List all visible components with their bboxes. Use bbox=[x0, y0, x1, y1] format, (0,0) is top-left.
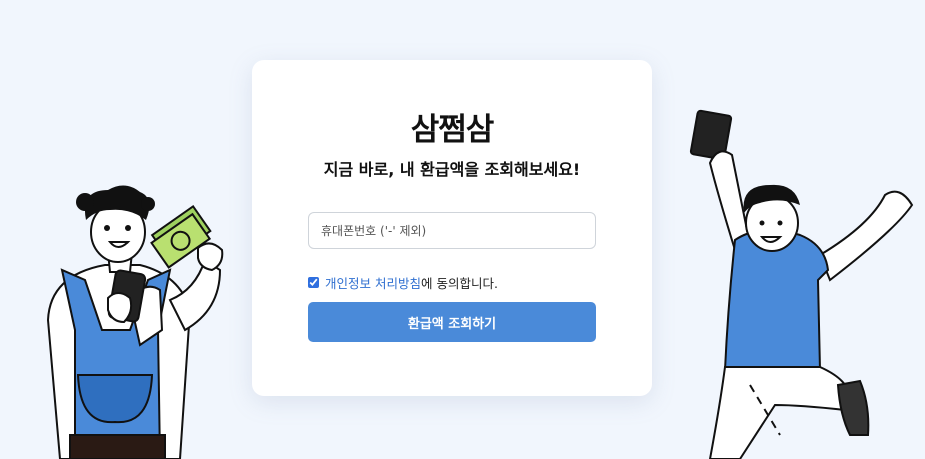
privacy-consent-checkbox[interactable] bbox=[308, 277, 319, 288]
person-jumping-with-phone-icon bbox=[689, 109, 914, 459]
brand-logo: 삼쩜삼 bbox=[410, 112, 495, 148]
privacy-consent[interactable]: 개인정보 처리방침 에 동의합니다. bbox=[308, 273, 498, 292]
form-headline: 지금 바로, 내 환급액을 조회해보세요! bbox=[323, 160, 581, 179]
login-card: 삼쩜삼 지금 바로, 내 환급액을 조회해보세요! 개인정보 처리방침 에 동의… bbox=[252, 60, 652, 396]
consent-suffix-text: 에 동의합니다. bbox=[420, 276, 498, 291]
person-holding-money-and-phone-icon bbox=[46, 185, 224, 459]
phone-number-input[interactable] bbox=[308, 212, 596, 249]
privacy-policy-link[interactable]: 개인정보 처리방침 bbox=[325, 273, 421, 292]
check-refund-button[interactable]: 환급액 조회하기 bbox=[308, 302, 596, 342]
